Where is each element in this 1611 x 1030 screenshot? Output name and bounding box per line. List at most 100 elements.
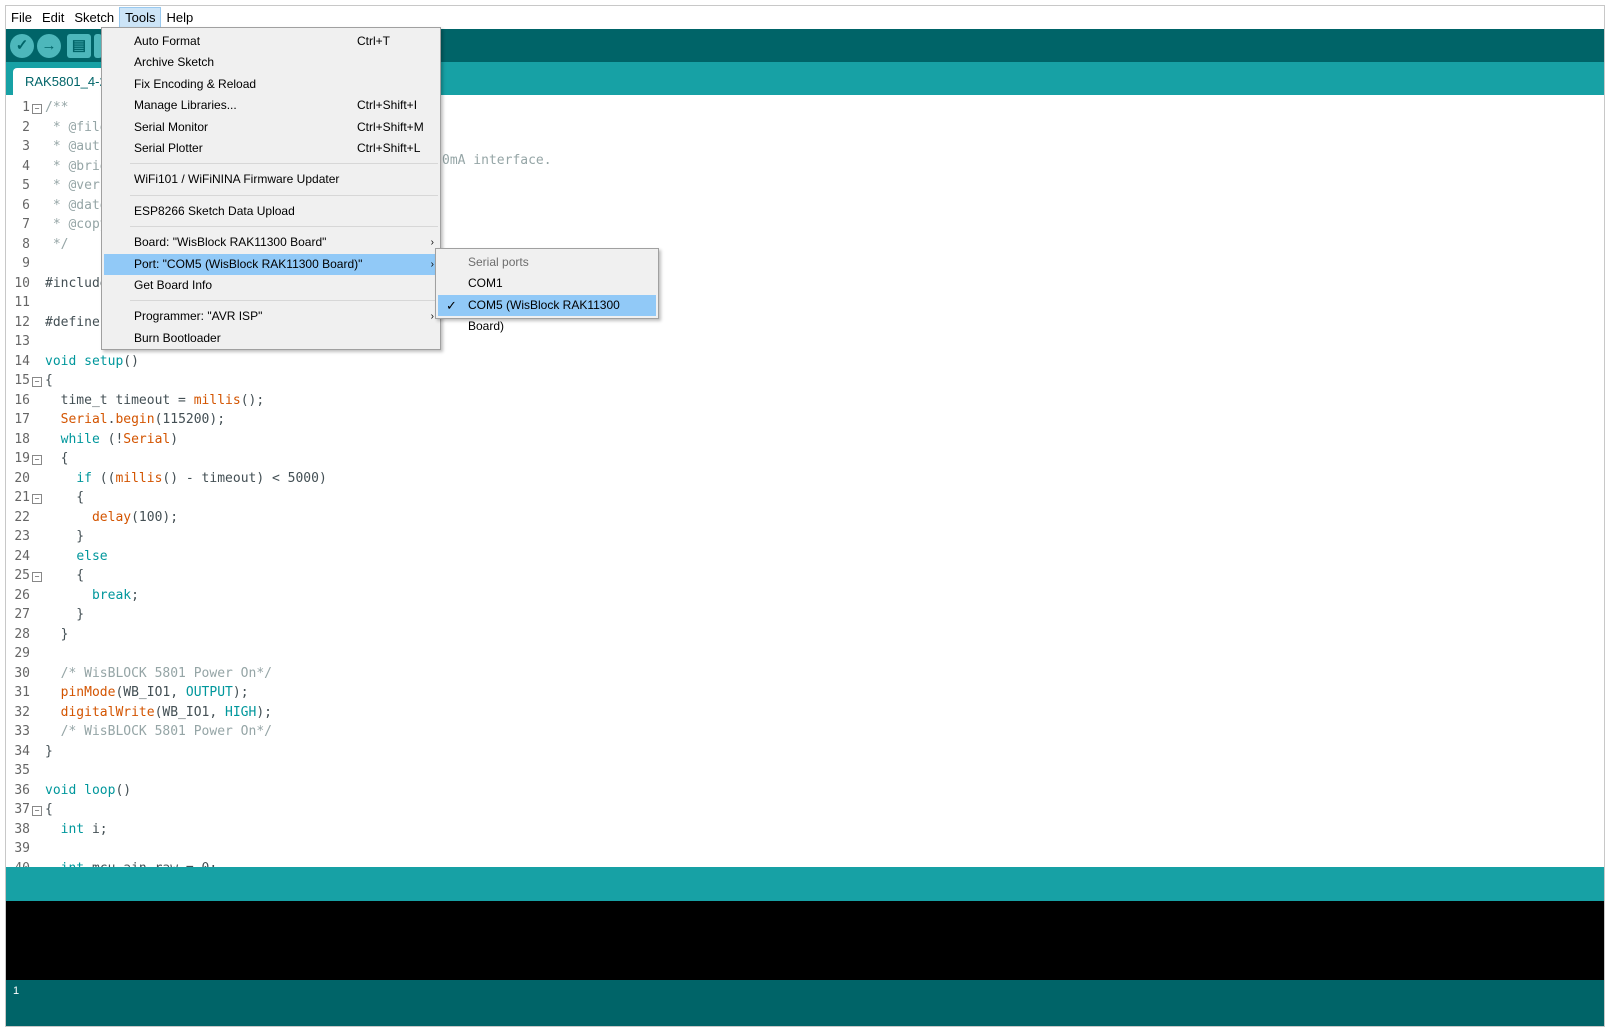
code-text: while (!Serial): [60, 431, 179, 447]
menu-item-label: Manage Libraries...: [134, 98, 237, 113]
line-number: 17: [14, 412, 30, 427]
menu-separator: [130, 300, 438, 302]
footer-bar: 1: [6, 980, 1604, 1026]
code-text: break;: [91, 587, 139, 603]
line-number: 22: [14, 509, 30, 525]
code-text: * @date: [45, 197, 108, 213]
line-number: 16: [14, 392, 30, 408]
fold-toggle-icon[interactable]: −: [32, 377, 42, 387]
submenu-arrow-icon: ›: [430, 258, 434, 270]
check-icon: ✓: [446, 297, 457, 313]
code-text: * @vers: [45, 178, 108, 193]
line-number: 26: [14, 587, 30, 603]
menu-item-archive-sketch[interactable]: Archive Sketch: [104, 52, 438, 73]
upload-button[interactable]: →: [37, 34, 61, 58]
menu-separator: [130, 226, 438, 228]
menu-separator: [130, 163, 438, 165]
code-text: */: [45, 236, 69, 252]
port-item-com5[interactable]: ✓ COM5 (WisBlock RAK11300 Board): [438, 294, 656, 333]
code-text: delay(100);: [91, 509, 179, 525]
code-text: {: [45, 490, 85, 505]
menu-item-manage-libraries[interactable]: Manage Libraries... Ctrl+Shift+I: [104, 95, 438, 116]
line-number: 20: [14, 470, 30, 486]
menu-item-label: ESP8266 Sketch Data Upload: [134, 203, 295, 218]
code-text: time_t timeout = millis();: [45, 392, 265, 408]
code-fragment: 0mA interface.: [442, 153, 552, 168]
menu-item-label: Get Board Info: [134, 278, 213, 292]
line-number: 6: [22, 197, 30, 213]
menu-item-port-com5-wisblock-rak11300-board[interactable]: Port: "COM5 (WisBlock RAK11300 Board)" ›: [104, 253, 438, 275]
code-text: {: [45, 802, 53, 817]
code-text: * @brie: [45, 158, 108, 174]
line-number: 10: [14, 275, 30, 291]
line-number: 39: [14, 841, 30, 856]
line-number: 13: [14, 334, 30, 349]
menu-file[interactable]: File: [6, 7, 37, 28]
code-text: if ((millis() - timeout) < 5000): [76, 470, 327, 486]
menu-item-label: Archive Sketch: [134, 55, 215, 70]
line-number: 36: [14, 782, 30, 798]
menu-item-label: Programmer: "AVR ISP": [134, 309, 263, 324]
menu-item-label: Serial Plotter: [134, 141, 203, 155]
status-bar: [6, 867, 1604, 901]
menu-item-get-board-info[interactable]: Get Board Info: [104, 275, 438, 296]
menu-item-shortcut: Ctrl+Shift+I: [357, 98, 418, 113]
tools-menu: Auto Format Ctrl+T Archive Sketch Fix Encod…: [101, 27, 441, 350]
menu-item-esp8266-sketch-data-upload[interactable]: ESP8266 Sketch Data Upload: [104, 201, 438, 222]
code-text: * @file: [45, 119, 108, 135]
menu-edit[interactable]: Edit: [37, 7, 69, 28]
code-text: {: [45, 451, 69, 466]
line-number: 8: [22, 236, 30, 252]
menu-item-fix-encoding-reload[interactable]: Fix Encoding & Reload: [104, 74, 438, 95]
menu-item-label: COM5 (WisBlock RAK11300 Board): [468, 297, 620, 333]
code-text: {: [45, 568, 85, 583]
fold-toggle-icon[interactable]: −: [32, 806, 42, 816]
menu-sketch[interactable]: Sketch: [69, 7, 119, 28]
line-number: 19: [14, 451, 30, 466]
code-text: pinMode(WB_IO1, OUTPUT);: [60, 685, 249, 700]
new-sketch-button[interactable]: ▤: [67, 34, 91, 58]
line-number: 25: [14, 568, 30, 583]
menu-item-programmer-avr-isp[interactable]: Programmer: "AVR ISP" ›: [104, 306, 438, 327]
port-item-com1[interactable]: COM1: [438, 273, 656, 294]
menu-item-label: WiFi101 / WiFiNINA Firmware Updater: [134, 172, 340, 187]
console-output[interactable]: [6, 901, 1604, 980]
code-text: * @auth: [45, 139, 108, 154]
line-number: 23: [14, 529, 30, 544]
menu-item-board-wisblock-rak11300-board[interactable]: Board: "WisBlock RAK11300 Board" ›: [104, 232, 438, 253]
menu-help[interactable]: Help: [161, 7, 198, 28]
code-text: int i;: [60, 821, 108, 837]
fold-toggle-icon[interactable]: −: [32, 572, 42, 582]
menu-item-serial-plotter[interactable]: Serial Plotter Ctrl+Shift+L: [104, 138, 438, 159]
verify-button[interactable]: ✓: [10, 34, 34, 58]
line-number: 9: [22, 256, 30, 271]
line-number: 4: [22, 158, 30, 174]
line-number: 31: [14, 685, 30, 700]
fold-toggle-icon[interactable]: −: [32, 494, 42, 504]
menu-item-label: Board: "WisBlock RAK11300 Board": [134, 235, 327, 250]
line-number: 28: [14, 626, 30, 642]
submenu-arrow-icon: ›: [430, 311, 434, 323]
line-number: 35: [14, 763, 30, 778]
code-text: void setup(): [45, 353, 139, 369]
line-number: 38: [14, 821, 30, 837]
code-text: /* WisBLOCK 5801 Power On*/: [60, 665, 272, 681]
menu-item-wifi101-wifinina-firmware-updater[interactable]: WiFi101 / WiFiNINA Firmware Updater: [104, 169, 438, 190]
menu-item-auto-format[interactable]: Auto Format Ctrl+T: [104, 31, 438, 52]
code-text: Serial.begin(115200);: [60, 412, 226, 427]
code-text: /**: [45, 100, 69, 115]
line-number: 37: [14, 802, 30, 817]
code-text: {: [45, 373, 53, 388]
menu-item-burn-bootloader[interactable]: Burn Bootloader: [104, 328, 438, 349]
line-number-indicator: 1: [13, 985, 20, 997]
line-number: 32: [14, 704, 30, 720]
code-text: digitalWrite(WB_IO1, HIGH);: [60, 704, 272, 720]
menu-tools[interactable]: Tools: [119, 7, 162, 28]
menu-item-serial-monitor[interactable]: Serial Monitor Ctrl+Shift+M: [104, 117, 438, 138]
line-number: 7: [22, 217, 30, 232]
line-number: 21: [14, 490, 30, 505]
menu-bar: File Edit Sketch Tools Help: [6, 6, 1604, 29]
line-number: 34: [14, 743, 30, 759]
fold-toggle-icon[interactable]: −: [32, 455, 42, 465]
fold-toggle-icon[interactable]: −: [32, 104, 42, 114]
